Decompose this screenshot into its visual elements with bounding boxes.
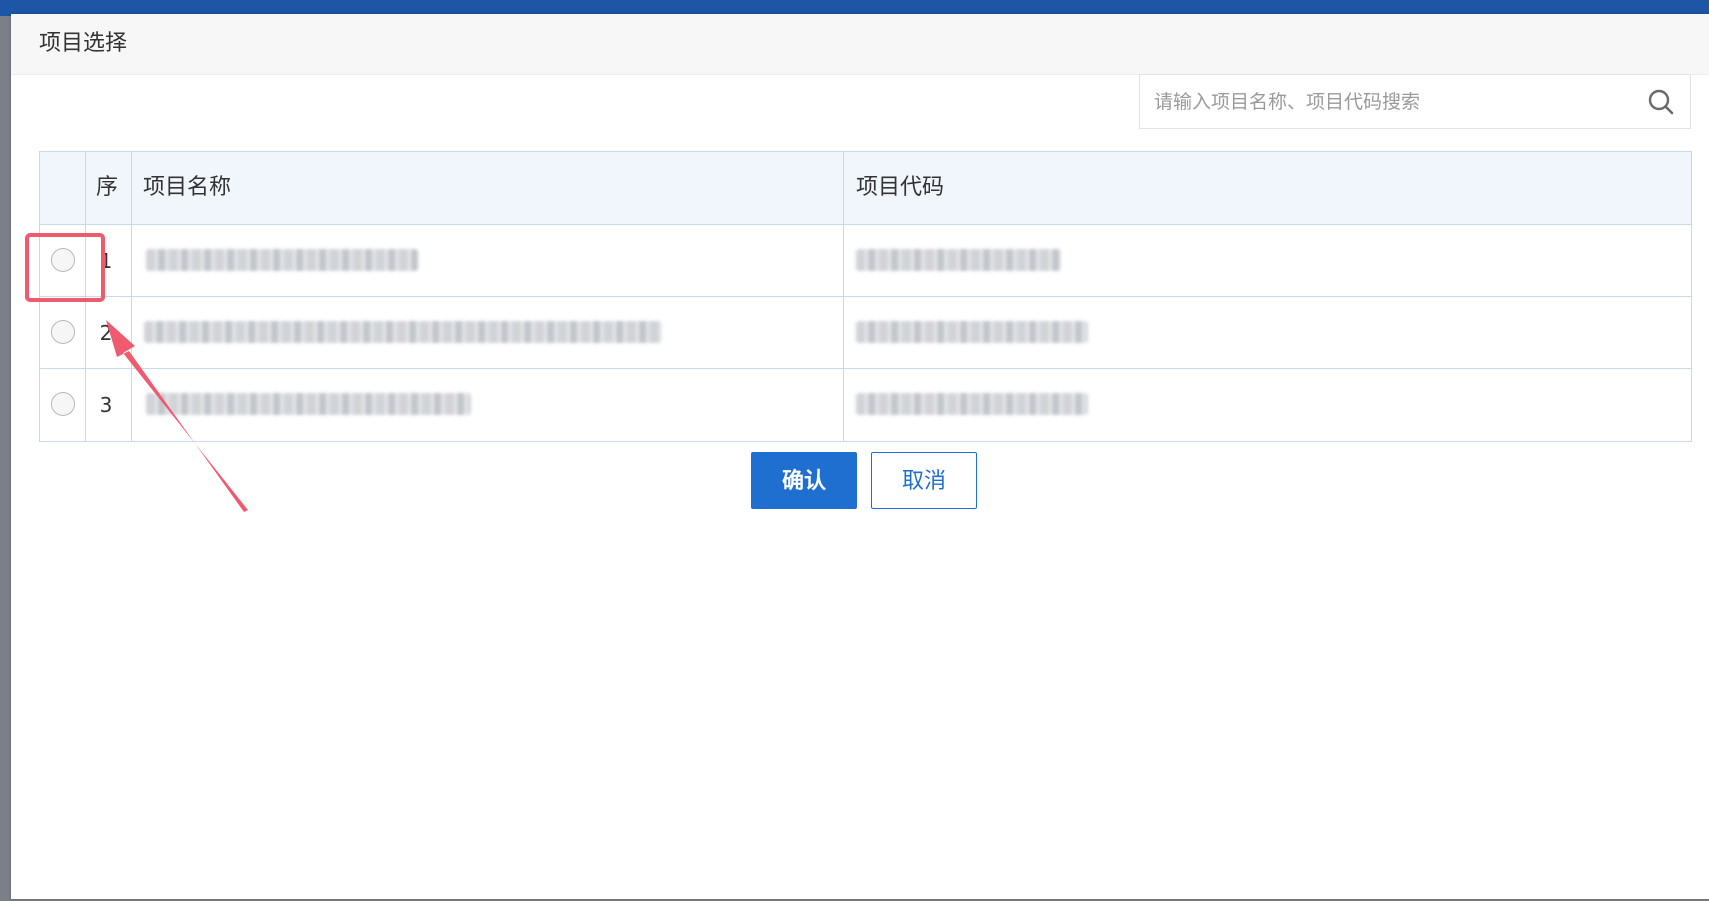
row-seq: 3: [99, 393, 113, 417]
column-header-code[interactable]: 项目代码: [856, 173, 944, 203]
search-icon[interactable]: [1646, 87, 1676, 117]
row-seq: 2: [99, 321, 113, 345]
cancel-button[interactable]: 取消: [871, 452, 977, 509]
search-box: [1139, 74, 1691, 129]
table-row[interactable]: 2: [40, 297, 1691, 369]
table-header: 序 项目名称 项目代码: [40, 152, 1691, 225]
column-divider: [131, 152, 132, 441]
project-table: 序 项目名称 项目代码 1 2 3: [39, 151, 1692, 442]
project-code-redacted: [856, 321, 1088, 343]
confirm-button[interactable]: 确认: [751, 452, 857, 509]
dialog-title: 项目选择: [39, 31, 128, 56]
dialog-header: 项目选择: [11, 14, 1709, 75]
column-header-name[interactable]: 项目名称: [143, 173, 231, 203]
project-name-redacted: [146, 249, 418, 271]
annotation-arrow-icon: [106, 320, 248, 512]
column-header-seq: 序: [96, 175, 119, 200]
project-name-redacted: [146, 393, 471, 415]
project-code-redacted: [856, 393, 1088, 415]
annotation-highlight-box: [25, 233, 105, 302]
column-divider: [843, 152, 844, 441]
row-radio[interactable]: [51, 320, 75, 344]
project-code-redacted: [856, 249, 1061, 271]
project-name-redacted: [144, 321, 662, 343]
row-radio[interactable]: [51, 392, 75, 416]
search-input[interactable]: [1140, 75, 1630, 128]
project-select-dialog: 项目选择 序 项目名称 项目代码 1 2 3: [11, 14, 1709, 899]
table-row[interactable]: 3: [40, 369, 1691, 440]
table-row[interactable]: 1: [40, 225, 1691, 297]
